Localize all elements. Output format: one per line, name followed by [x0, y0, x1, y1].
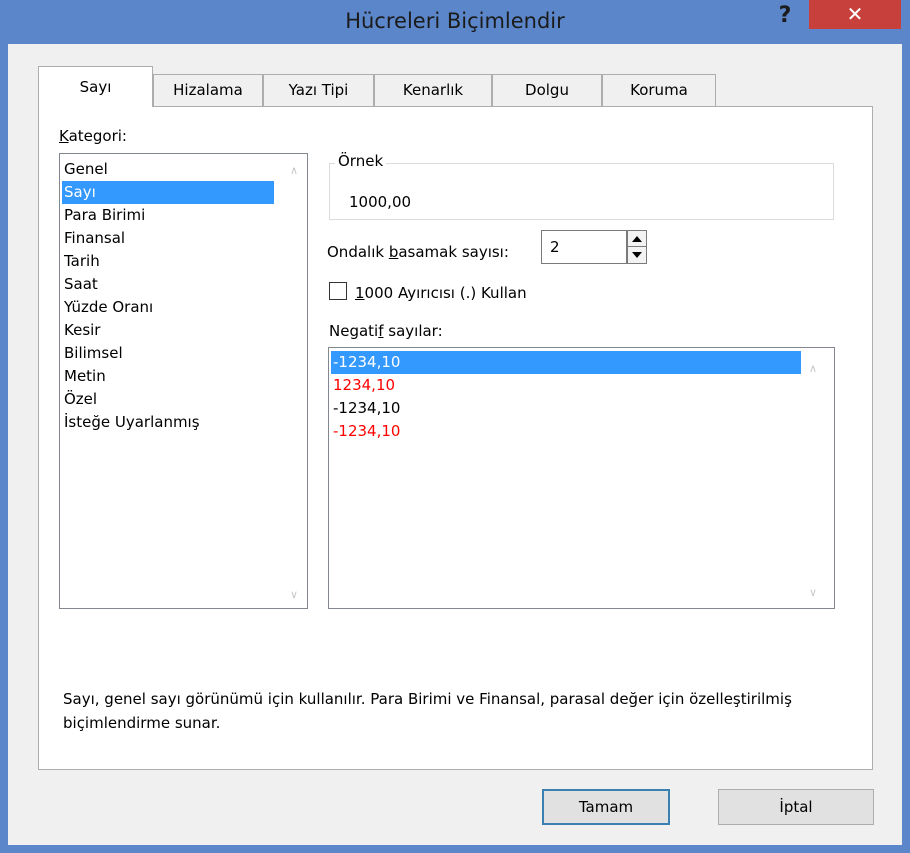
category-description: Sayı, genel sayı görünümü için kullanılı… [63, 690, 792, 732]
dialog-frame: Hücreleri Biçimlendir ? ✕ Sayı Hizalama … [0, 0, 910, 853]
scroll-up-icon[interactable]: ∧ [805, 362, 821, 376]
category-item-para-birimi[interactable]: Para Birimi [62, 204, 278, 227]
negative-label-prefix: Negati [329, 322, 379, 340]
scroll-down-icon[interactable]: ∨ [805, 586, 821, 600]
tab-sayi[interactable]: Sayı [38, 66, 153, 107]
category-item-kesir[interactable]: Kesir [62, 319, 278, 342]
up-arrow-icon [632, 235, 642, 242]
category-label-hotkey: K [59, 127, 69, 145]
scroll-up-icon[interactable]: ∧ [286, 164, 302, 178]
negative-label: Negatif sayılar: [329, 322, 443, 340]
negative-item[interactable]: -1234,10 [331, 351, 801, 374]
close-icon: ✕ [846, 2, 864, 26]
tab-dolgu[interactable]: Dolgu [492, 74, 602, 106]
category-item-genel[interactable]: Genel [62, 158, 278, 181]
scroll-down-icon[interactable]: ∨ [286, 588, 302, 602]
sample-group [329, 163, 834, 220]
dialog-client: Sayı Hizalama Yazı Tipi Kenarlık Dolgu K… [8, 44, 902, 845]
category-item-finansal[interactable]: Finansal [62, 227, 278, 250]
category-label-rest: ategori: [68, 127, 127, 145]
category-item-yuzde-orani[interactable]: Yüzde Oranı [62, 296, 278, 319]
category-item-ozel[interactable]: Özel [62, 388, 278, 411]
decimals-label: Ondalık basamak sayısı: [327, 243, 509, 261]
category-list[interactable]: Genel Sayı Para Birimi Finansal Tarih Sa… [59, 153, 308, 609]
close-button[interactable]: ✕ [809, 0, 901, 29]
title-bar[interactable]: Hücreleri Biçimlendir ? ✕ [0, 0, 910, 44]
separator-checkbox[interactable] [329, 282, 347, 300]
decimals-input[interactable]: 2 [541, 230, 627, 264]
category-item-sayi[interactable]: Sayı [62, 181, 274, 204]
category-item-metin[interactable]: Metin [62, 365, 278, 388]
spin-up-button[interactable] [628, 231, 646, 247]
separator-label-hotkey: 1 [355, 284, 365, 302]
decimals-label-prefix: Ondalık [327, 243, 389, 261]
decimals-spinner[interactable] [627, 230, 647, 264]
cancel-button[interactable]: İptal [718, 789, 874, 825]
category-item-istege-uyarlanmis[interactable]: İsteğe Uyarlanmış [62, 411, 278, 434]
sample-title: Örnek [335, 152, 387, 170]
negative-label-rest: sayılar: [383, 322, 443, 340]
category-item-saat[interactable]: Saat [62, 273, 278, 296]
category-item-bilimsel[interactable]: Bilimsel [62, 342, 278, 365]
separator-label[interactable]: 1000 Ayırıcısı (.) Kullan [355, 284, 527, 302]
negative-item[interactable]: 1234,10 [331, 374, 801, 397]
spin-down-button[interactable] [628, 247, 646, 263]
help-button[interactable]: ? [770, 0, 800, 32]
sample-value: 1000,00 [349, 193, 412, 211]
tab-yazi-tipi[interactable]: Yazı Tipi [263, 74, 374, 106]
negative-item[interactable]: -1234,10 [331, 420, 801, 443]
ok-button[interactable]: Tamam [542, 789, 670, 825]
tab-koruma[interactable]: Koruma [602, 74, 716, 106]
down-arrow-icon [632, 252, 642, 258]
tab-kenarlik[interactable]: Kenarlık [374, 74, 492, 106]
negative-item[interactable]: -1234,10 [331, 397, 801, 420]
category-label: Kategori: [59, 127, 127, 145]
tab-panel-sayi: Kategori: Genel Sayı Para Birimi Finansa… [38, 106, 873, 770]
tab-hizalama[interactable]: Hizalama [153, 74, 263, 106]
decimals-label-hotkey: b [388, 243, 399, 261]
negative-numbers-list[interactable]: -1234,10 1234,10 -1234,10 -1234,10 ∧ ∨ [328, 347, 835, 609]
decimals-label-rest: asamak sayısı: [398, 243, 509, 261]
category-item-tarih[interactable]: Tarih [62, 250, 278, 273]
separator-label-rest: 000 Ayırıcısı (.) Kullan [364, 284, 527, 302]
